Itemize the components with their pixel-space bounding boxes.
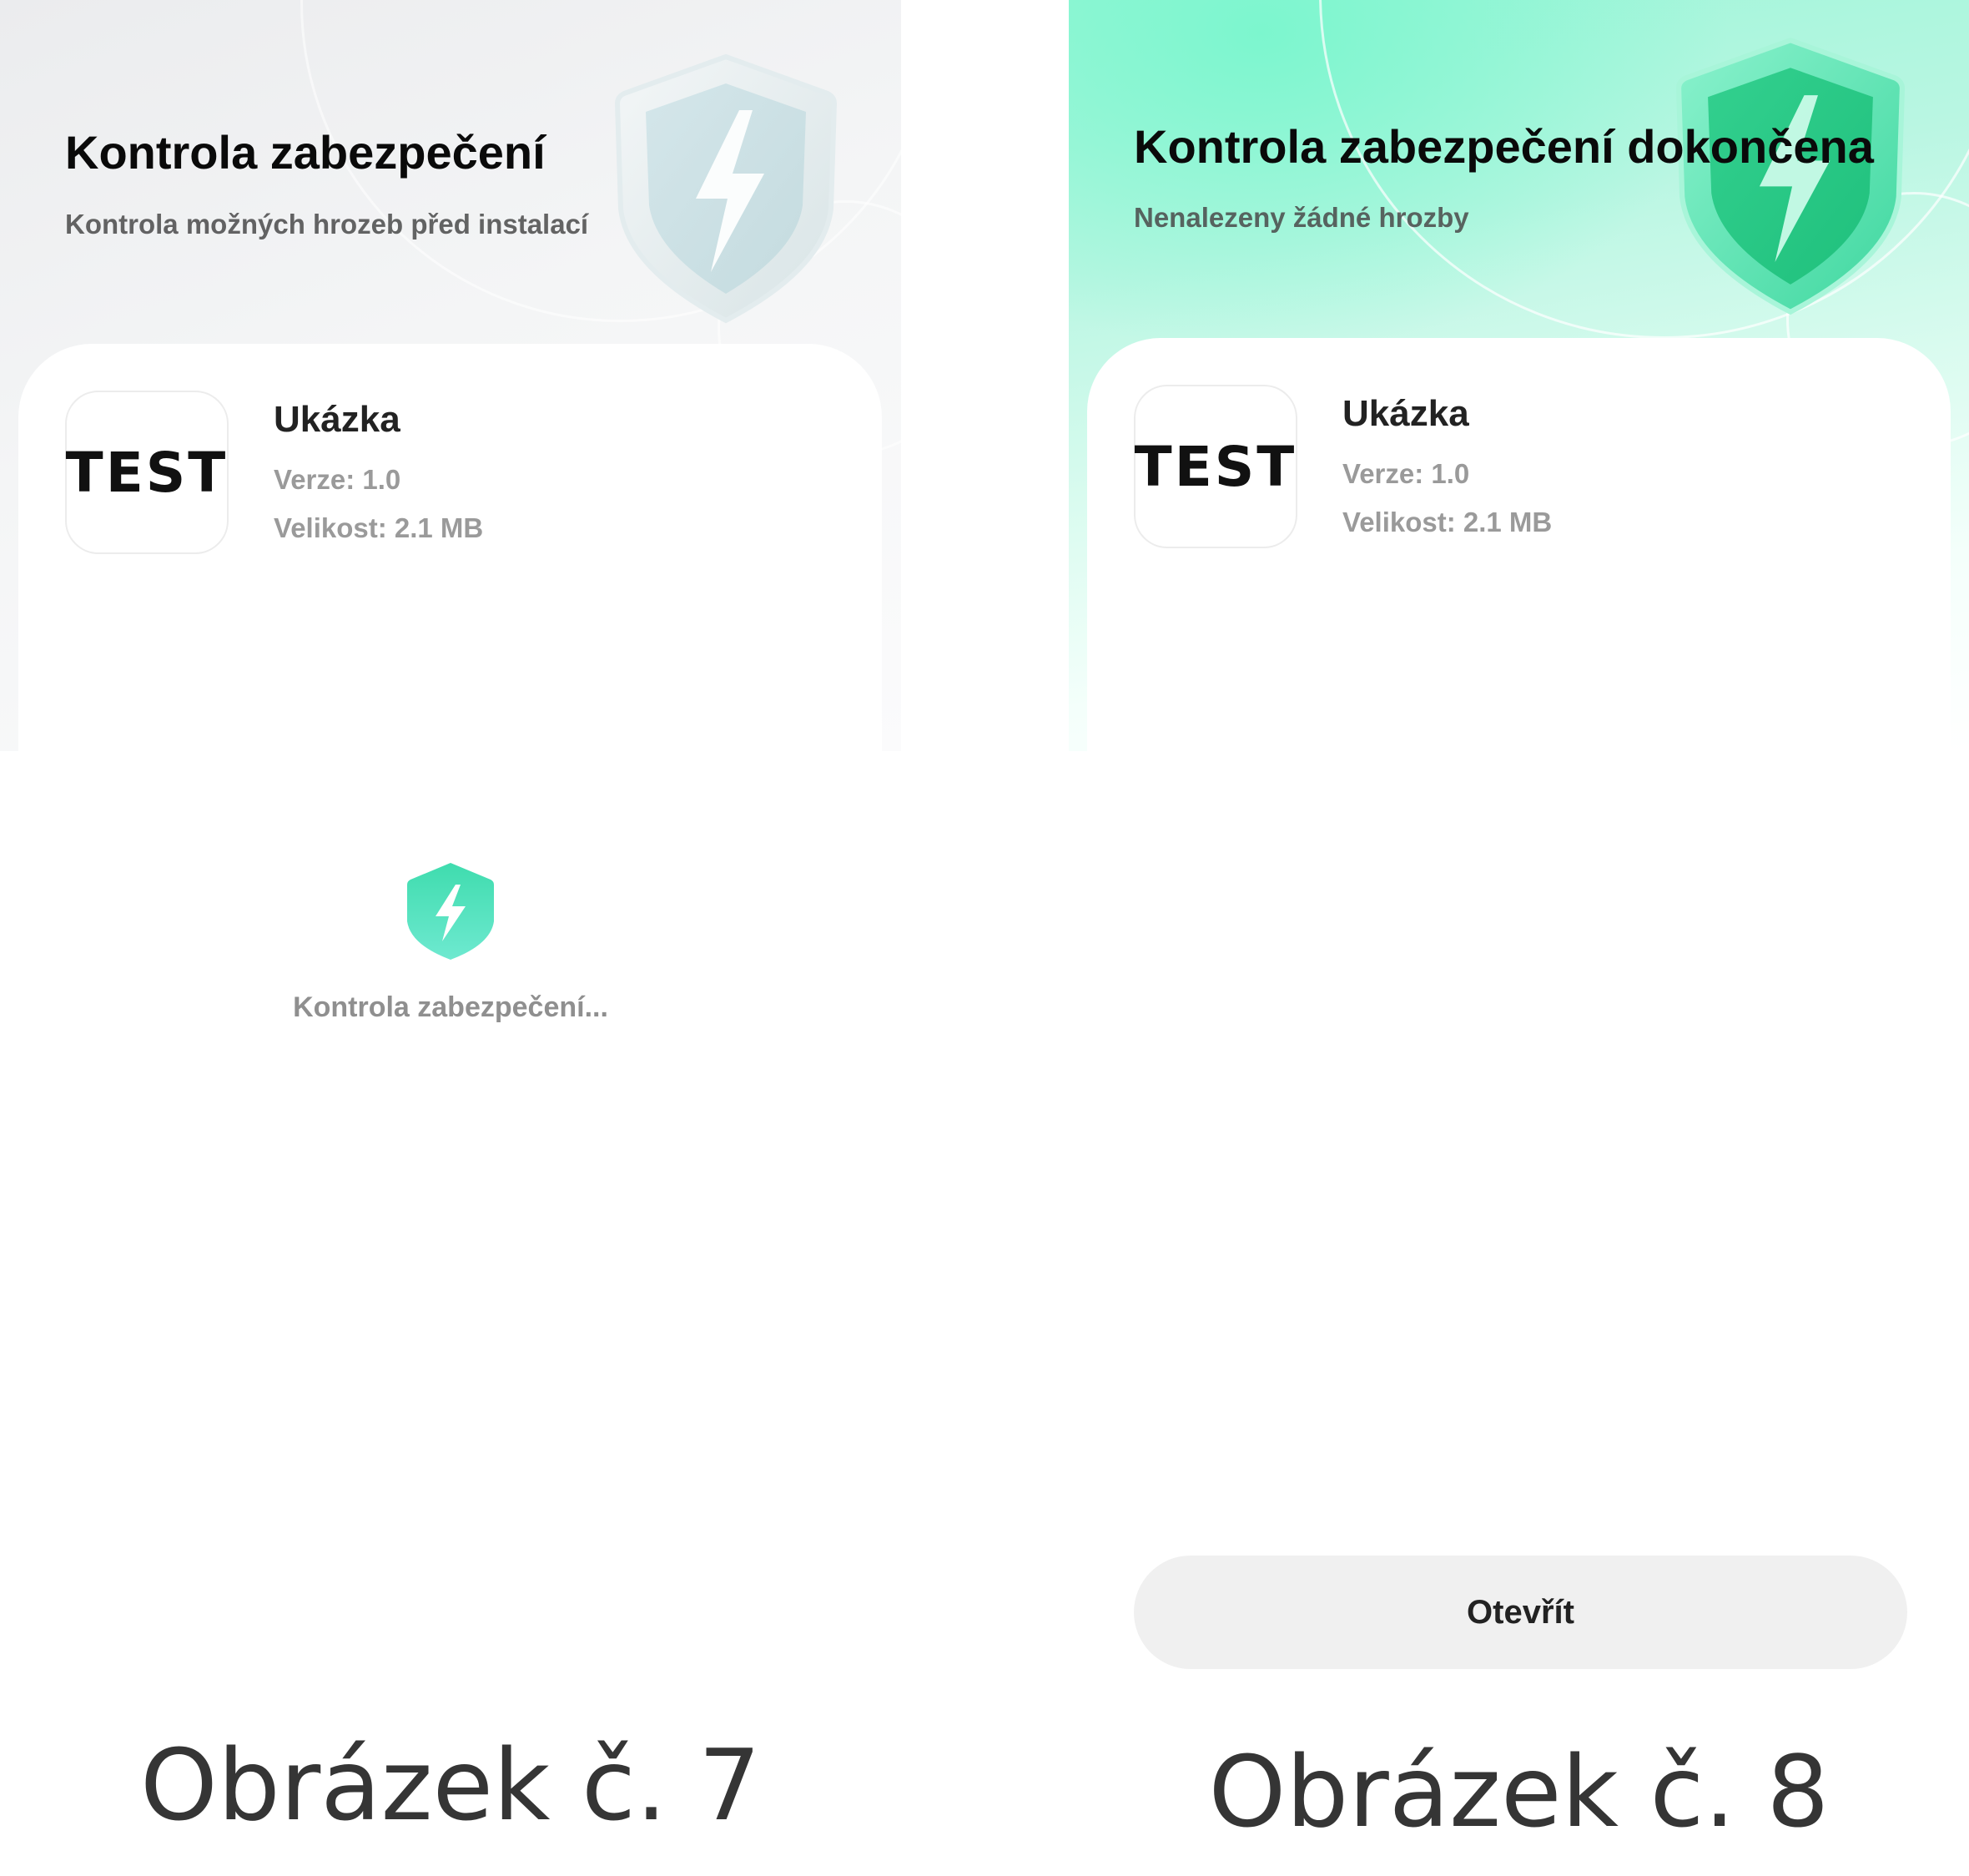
app-version: Verze: 1.0 (274, 464, 401, 495)
page-subtitle: Nenalezeny žádné hrozby (1134, 202, 1469, 233)
app-icon-text: TEST (65, 440, 229, 505)
app-info-card: TEST Ukázka Verze: 1.0 Velikost: 2.1 MB (18, 344, 882, 1876)
figure-caption: Obrázek č. 8 (1208, 1734, 1830, 1849)
figure-caption: Obrázek č. 7 (140, 1727, 761, 1843)
app-name: Ukázka (274, 399, 400, 440)
app-size: Velikost: 2.1 MB (274, 512, 484, 543)
open-button[interactable]: Otevřít (1134, 1556, 1907, 1669)
shield-lightning-icon (1675, 37, 1906, 315)
page-subtitle: Kontrola možných hrozeb před instalací (65, 209, 589, 240)
app-size: Velikost: 2.1 MB (1342, 507, 1553, 537)
shield-lightning-icon (614, 53, 838, 324)
app-name: Ukázka (1342, 393, 1469, 434)
page-title: Kontrola zabezpečení (65, 126, 546, 179)
app-icon: TEST (1134, 385, 1297, 548)
app-icon-text: TEST (1134, 434, 1297, 499)
security-check-screen-in-progress: Kontrola zabezpečení Kontrola možných hr… (0, 0, 901, 1876)
scan-status-text: Kontrola zabezpečení... (293, 991, 608, 1023)
shield-lightning-icon (407, 863, 494, 960)
page-title: Kontrola zabezpečení dokončena (1134, 120, 1874, 173)
security-check-screen-complete: Kontrola zabezpečení dokončena Nenalezen… (1069, 0, 1969, 1876)
app-icon: TEST (65, 391, 229, 554)
app-version: Verze: 1.0 (1342, 458, 1470, 489)
